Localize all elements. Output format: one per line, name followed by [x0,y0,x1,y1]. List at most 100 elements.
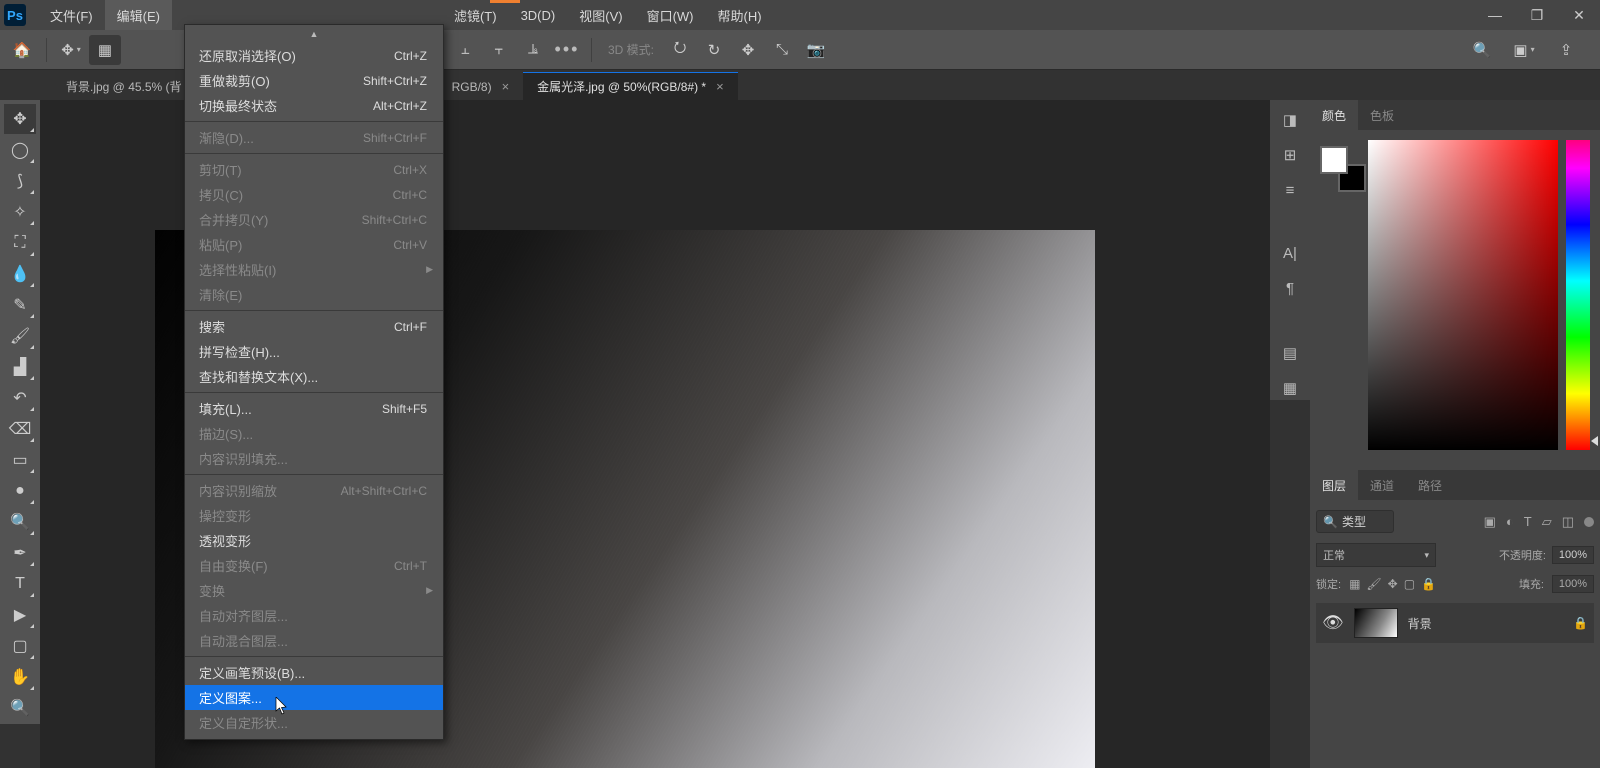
layer-filter-select[interactable]: 🔍 类型 [1316,510,1394,533]
share-icon[interactable]: ⇪ [1550,35,1582,65]
lock-pixels-icon[interactable]: ▦ [1349,577,1360,591]
lock-artboard-icon[interactable]: ▢ [1404,577,1415,591]
3d-orbit-icon[interactable]: ⭮ [664,35,696,65]
window-minimize-icon[interactable]: — [1474,0,1516,30]
filter-image-icon[interactable]: ▣ [1484,514,1496,530]
tab-paths[interactable]: 路径 [1406,470,1454,500]
opacity-value[interactable]: 100% [1552,546,1594,564]
blend-mode-select[interactable]: 正常 ▾ [1316,543,1436,567]
menuitem-透视变形[interactable]: 透视变形 [185,528,443,553]
search-icon[interactable]: 🔍 [1466,35,1498,65]
magic-wand-tool[interactable]: ✧ [4,197,36,227]
workspace-icon[interactable]: ▣▾ [1508,35,1540,65]
tab-channels[interactable]: 通道 [1358,470,1406,500]
hand-tool[interactable]: ✋ [4,662,36,692]
libraries-icon[interactable]: ▤ [1277,340,1303,365]
brush-tool[interactable]: 🖌 [4,321,36,351]
healing-brush-tool[interactable]: ✎ [4,290,36,320]
history-brush-tool[interactable]: ↶ [4,383,36,413]
tab-layers[interactable]: 图层 [1310,470,1358,500]
marquee-tool[interactable]: ◯ [4,135,36,165]
more-align-icon[interactable]: ••• [551,35,583,65]
eyedropper-tool[interactable]: 💧 [4,259,36,289]
window-restore-icon[interactable]: ❐ [1516,0,1558,30]
align-right-icon[interactable]: ⫟ [483,35,515,65]
shape-tool[interactable]: ▢ [4,631,36,661]
history-icon[interactable]: ◨ [1277,108,1303,133]
3d-roll-icon[interactable]: ↻ [698,35,730,65]
align-center-h-icon[interactable]: ⫠ [449,35,481,65]
layer-item[interactable]: 👁 背景 🔒 [1316,603,1594,643]
clone-stamp-tool[interactable]: ▟ [4,352,36,382]
3d-slide-icon[interactable]: ⤡ [766,35,798,65]
distribute-icon[interactable]: ⫡ [517,35,549,65]
adjustments-icon[interactable]: ≡ [1277,178,1303,203]
window-close-icon[interactable]: ✕ [1558,0,1600,30]
menuitem-label: 合并拷贝(Y) [199,210,268,229]
auto-select-icon[interactable]: ▦ [89,35,121,65]
tab-color[interactable]: 颜色 [1310,100,1358,130]
color-panel-tabs: 颜色 色板 [1310,100,1600,130]
menuitem-搜索[interactable]: 搜索Ctrl+F [185,314,443,339]
hue-slider[interactable] [1566,140,1590,450]
foreground-color[interactable] [1320,146,1348,174]
layer-thumbnail[interactable] [1354,608,1398,638]
menu-help[interactable]: 帮助(H) [706,0,774,30]
menuitem-拷贝C: 拷贝(C)Ctrl+C [185,182,443,207]
lock-position-icon[interactable]: ✥ [1388,577,1398,591]
filter-type-icon[interactable]: T [1524,514,1532,530]
menuitem-定义画笔预设B[interactable]: 定义画笔预设(B)... [185,660,443,685]
menu-separator [185,656,443,657]
lock-all-icon[interactable]: 🔒 [1421,577,1436,591]
menuitem-查找和替换文本X[interactable]: 查找和替换文本(X)... [185,364,443,389]
paragraph-icon[interactable]: ¶ [1277,276,1303,301]
crop-tool[interactable]: ⛶ [4,228,36,258]
zoom-tool[interactable]: 🔍 [4,693,36,723]
home-icon[interactable]: 🏠 [6,35,38,65]
3d-pan-icon[interactable]: ✥ [732,35,764,65]
move-tool[interactable]: ✥ [4,104,36,134]
filter-toggle[interactable] [1584,517,1594,527]
foreground-background-swatch[interactable] [1320,146,1360,186]
3d-zoom-icon[interactable]: 📷 [800,35,832,65]
menu-edit[interactable]: 编辑(E) [105,0,172,30]
close-icon[interactable]: × [502,79,510,94]
blur-tool[interactable]: ● [4,476,36,506]
menuitem-定义图案[interactable]: 定义图案... [185,685,443,710]
menu-view[interactable]: 视图(V) [567,0,634,30]
menuitem-重做裁剪O[interactable]: 重做裁剪(O)Shift+Ctrl+Z [185,68,443,93]
filter-shape-icon[interactable]: ▱ [1542,514,1552,530]
filter-smart-icon[interactable]: ◫ [1562,514,1574,530]
menuitem-粘贴P: 粘贴(P)Ctrl+V [185,232,443,257]
visibility-eye-icon[interactable]: 👁 [1322,613,1344,633]
menu-filter[interactable]: 滤镜(T) [442,0,509,30]
type-tool[interactable]: T [4,569,36,599]
tab-swatches[interactable]: 色板 [1358,100,1406,130]
dodge-tool[interactable]: 🔍 [4,507,36,537]
lasso-tool[interactable]: ⟆ [4,166,36,196]
menuitem-还原取消选择O[interactable]: 还原取消选择(O)Ctrl+Z [185,43,443,68]
menuitem-定义自定形状: 定义自定形状... [185,710,443,735]
properties-icon[interactable]: ⊞ [1277,143,1303,168]
close-icon[interactable]: × [716,79,724,94]
menuitem-填充L[interactable]: 填充(L)...Shift+F5 [185,396,443,421]
notes-icon[interactable]: ▦ [1277,375,1303,400]
menu-window[interactable]: 窗口(W) [635,0,706,30]
character-icon[interactable]: A| [1277,242,1303,267]
filter-adjust-icon[interactable]: ◐ [1506,514,1514,530]
move-tool-opt[interactable]: ✥▾ [55,35,87,65]
menu-3d[interactable]: 3D(D) [509,0,568,30]
lock-brush-icon[interactable]: 🖌 [1366,577,1381,591]
menu-file[interactable]: 文件(F) [38,0,105,30]
path-select-tool[interactable]: ▶ [4,600,36,630]
menuitem-拼写检查H[interactable]: 拼写检查(H)... [185,339,443,364]
gradient-tool[interactable]: ▭ [4,445,36,475]
fill-value[interactable]: 100% [1552,575,1594,593]
menuitem-切换最终状态[interactable]: 切换最终状态Alt+Ctrl+Z [185,93,443,118]
menuitem-内容识别填充: 内容识别填充... [185,446,443,471]
doc-tab-2[interactable]: 金属光泽.jpg @ 50%(RGB/8#) * × [523,72,738,100]
scroll-up-arrow[interactable]: ▲ [185,29,443,43]
saturation-value-field[interactable] [1368,140,1558,450]
pen-tool[interactable]: ✒ [4,538,36,568]
eraser-tool[interactable]: ⌫ [4,414,36,444]
